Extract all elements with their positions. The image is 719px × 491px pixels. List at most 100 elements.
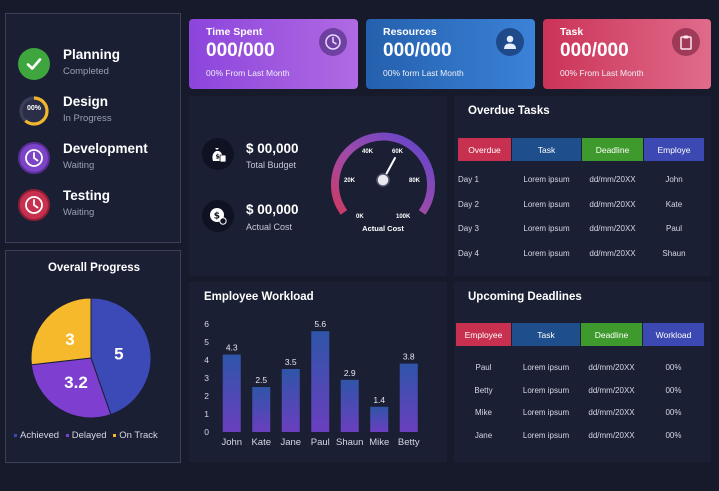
bar-betty[interactable] — [399, 363, 418, 432]
gauge-hub — [376, 173, 390, 187]
y-tick-label: 4 — [204, 355, 209, 365]
table-cell: dd/mm/20XX — [588, 363, 635, 372]
table-cell: dd/mm/20XX — [588, 431, 635, 441]
table-cell: Lorem ipsum — [523, 175, 570, 184]
col-header-task[interactable]: Task — [512, 323, 580, 346]
table-cell: Mike — [475, 408, 492, 418]
x-tick-label: Betty — [398, 437, 420, 448]
overall-progress-panel: Overall Progress 5 3.2 3 Achieved Delayed … — [5, 250, 181, 463]
actual-cost-value: $ 00,000 — [246, 202, 299, 217]
bar-value-label: 3.5 — [285, 357, 297, 367]
clipboard-icon — [672, 28, 700, 56]
table-cell: dd/mm/20XX — [589, 199, 636, 209]
bar-value-label: 1.4 — [373, 395, 385, 405]
overall-progress-pie: 53.23 — [30, 297, 152, 419]
bar-mike[interactable] — [370, 406, 389, 432]
card-task[interactable]: Task 000/000 00% From Last Month — [543, 19, 711, 89]
clock-icon — [18, 189, 50, 221]
x-tick-label: Kate — [251, 437, 271, 448]
phase-name: Development — [63, 141, 148, 156]
table-cell: Day 3 — [458, 224, 479, 233]
y-tick-label: 3 — [204, 373, 209, 383]
table-cell: Paul — [475, 363, 492, 372]
table-cell: Paul — [665, 224, 682, 233]
phase-panel: Planning Completed 00% Design In Progres… — [5, 13, 181, 243]
employee-workload-panel: Employee Workload 0 1 2 3 4 5 6 4.3 John 2.5 Kate 3… — [189, 282, 447, 462]
x-tick-label: Mike — [369, 437, 389, 448]
card-title: Resources — [383, 26, 437, 38]
table-cell: 00% — [665, 431, 682, 441]
col-header-employe[interactable]: Employe — [644, 138, 704, 161]
svg-text:0K: 0K — [356, 214, 364, 220]
col-header-deadline[interactable]: Deadline — [582, 138, 643, 161]
card-time-spent[interactable]: Time Spent 000/000 00% From Last Month — [189, 19, 358, 89]
coin-icon: $ — [202, 200, 234, 232]
bar-value-label: 2.5 — [255, 375, 267, 385]
svg-text:$: $ — [216, 154, 220, 161]
card-value: 000/000 — [560, 40, 629, 61]
overdue-tasks-title: Overdue Tasks — [468, 105, 550, 117]
col-header-employee[interactable]: Employee — [456, 323, 511, 346]
bar-paul[interactable] — [311, 331, 330, 432]
phase-testing[interactable]: Testing Waiting — [6, 185, 182, 231]
table-cell: Shaun — [662, 248, 686, 258]
gauge-label: Actual Cost — [362, 224, 404, 233]
bar-john[interactable] — [222, 354, 241, 432]
card-title: Task — [560, 26, 584, 38]
pie-slice-on-track[interactable] — [30, 297, 92, 366]
col-header-deadline[interactable]: Deadline — [581, 323, 642, 346]
user-icon — [496, 28, 524, 56]
budget-panel: $ $ 00,000 Total Budget $ $ 00,000 Actua… — [189, 96, 447, 276]
phase-name: Design — [63, 94, 109, 109]
bar-value-label: 5.6 — [314, 319, 326, 329]
table-cell: 00% — [665, 408, 682, 418]
pie-data-label: 3.2 — [64, 373, 88, 392]
col-header-overdue[interactable]: Overdue — [458, 138, 511, 161]
check-icon — [18, 48, 50, 80]
table-cell: dd/mm/20XX — [588, 385, 635, 395]
table-cell: Day 1 — [458, 175, 479, 184]
table-cell: Kate — [665, 199, 683, 209]
svg-text:20K: 20K — [344, 178, 356, 184]
phase-name: Testing — [63, 188, 110, 203]
table-cell: Lorem ipsum — [522, 431, 570, 441]
upcoming-deadlines-title: Upcoming Deadlines — [468, 291, 582, 303]
col-header-workload[interactable]: Workload — [643, 323, 704, 346]
card-resources[interactable]: Resources 000/000 00% form Last Month — [366, 19, 535, 89]
clock-icon — [319, 28, 347, 56]
bar-jane[interactable] — [281, 369, 300, 432]
pie-legend: Achieved Delayed On Track — [14, 430, 162, 441]
y-tick-label: 5 — [204, 337, 209, 347]
phase-name: Planning — [63, 47, 120, 62]
card-note: 00% From Last Month — [560, 68, 644, 78]
table-cell: dd/mm/20XX — [589, 224, 636, 233]
total-budget-label: Total Budget — [246, 160, 297, 170]
money-bag-icon: $ — [202, 138, 234, 170]
card-note: 00% form Last Month — [383, 68, 464, 78]
employee-workload-chart: 0 1 2 3 4 5 6 4.3 John 2.5 Kate 3.5 Jane 5.6 Paul 2.9 Sh… — [204, 319, 420, 448]
pie-data-label: 3 — [65, 330, 74, 349]
svg-text:80K: 80K — [409, 178, 421, 184]
table-cell: Jane — [474, 431, 493, 441]
phase-development[interactable]: Development Waiting — [6, 138, 182, 184]
upcoming-deadlines-panel: Upcoming Deadlines Employee Task Deadlin… — [454, 282, 711, 462]
pie-data-label: 5 — [114, 344, 123, 363]
table-cell: dd/mm/20XX — [589, 248, 636, 258]
table-cell: Lorem ipsum — [522, 363, 570, 372]
y-tick-label: 2 — [204, 391, 209, 401]
col-header-task[interactable]: Task — [512, 138, 581, 161]
actual-cost-label: Actual Cost — [246, 222, 293, 232]
card-title: Time Spent — [206, 26, 263, 38]
table-cell: Day 2 — [458, 199, 479, 209]
phase-planning[interactable]: Planning Completed — [6, 44, 182, 90]
bar-kate[interactable] — [252, 387, 271, 432]
phase-status: Completed — [63, 66, 109, 77]
y-tick-label: 0 — [204, 427, 209, 437]
phase-design[interactable]: 00% Design In Progress — [6, 91, 182, 137]
bar-shaun[interactable] — [340, 379, 359, 432]
bar-value-label: 4.3 — [226, 343, 238, 353]
overall-progress-title: Overall Progress — [47, 262, 141, 274]
phase-status: Waiting — [63, 207, 95, 218]
svg-text:60K: 60K — [392, 149, 404, 155]
table-cell: Betty — [474, 385, 493, 395]
